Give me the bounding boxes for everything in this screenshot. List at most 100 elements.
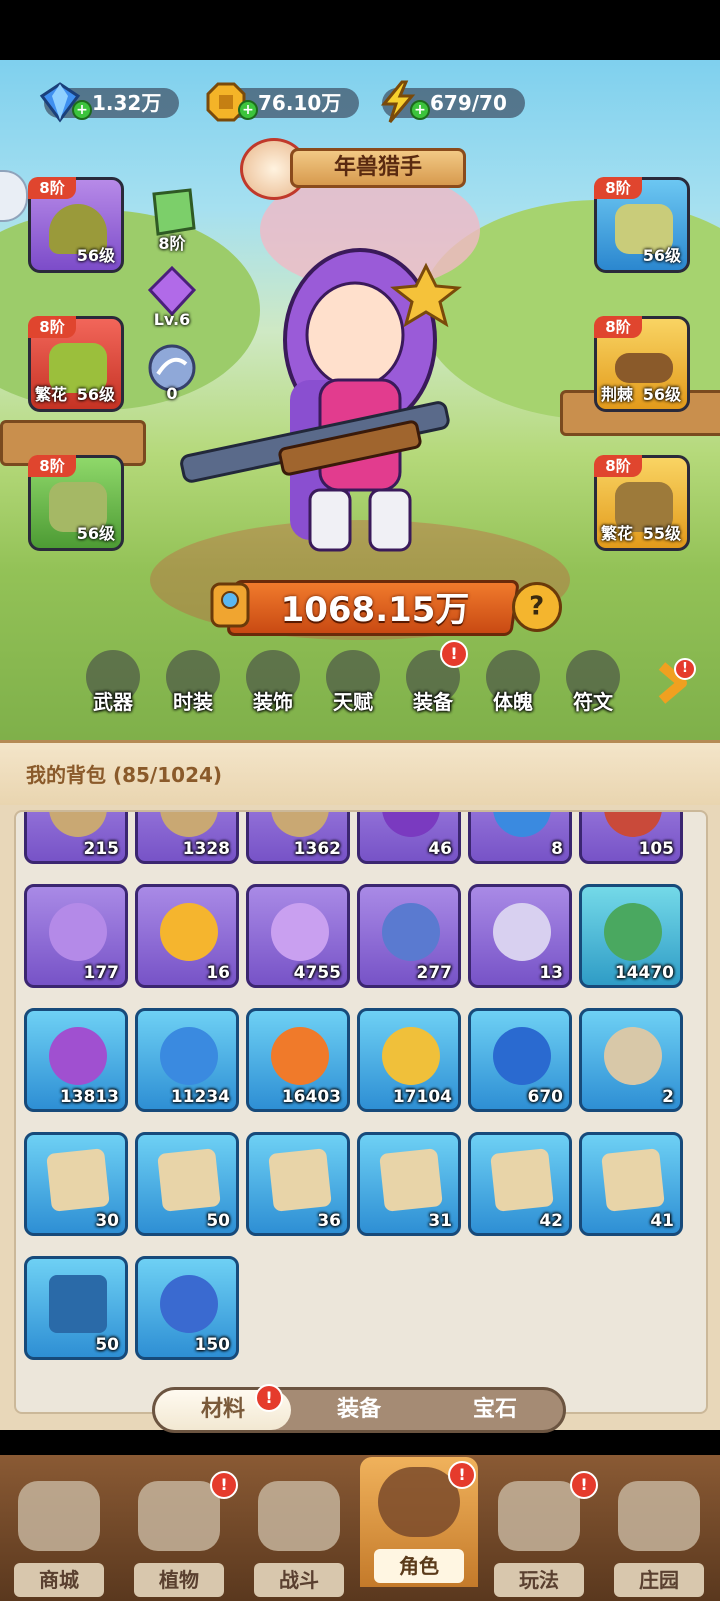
seed-icon (382, 1027, 440, 1085)
key-icon (210, 582, 250, 628)
bottom-nav-character[interactable]: 角色 ! (360, 1457, 478, 1587)
bottom-nav-gameplay[interactable]: 玩法 ! (480, 1471, 598, 1601)
blueprint-icon (379, 1148, 443, 1212)
bottom-nav-shop[interactable]: 商城 (0, 1471, 118, 1601)
inventory-seed-item[interactable]: 2 (579, 1008, 683, 1112)
diamond-counter[interactable]: + 1.32万 (39, 82, 180, 123)
backpack-grid[interactable]: 215 1328 1362 46 8 105 177 16 4755 277 13 14470 1381… (14, 810, 708, 1414)
item-count: 150 (194, 1335, 231, 1355)
nav-physique[interactable]: 体魄 (480, 650, 546, 726)
backpack-tabs: 材料 ! 装备 宝石 (152, 1384, 566, 1433)
inventory-blueprint-item[interactable]: 41 (579, 1132, 683, 1236)
nav-equipment[interactable]: 装备 ! (400, 640, 468, 726)
inventory-seed-item[interactable]: 14470 (579, 884, 683, 988)
inventory-fruit-item[interactable]: 8 (468, 812, 572, 864)
nav-rune[interactable]: 符文 (560, 650, 626, 726)
more-features-button[interactable]: ! (654, 658, 696, 706)
inventory-blueprint-item[interactable]: 50 (135, 1132, 239, 1236)
inventory-scroll-item[interactable]: 1362 (246, 812, 350, 864)
bottom-nav-manor[interactable]: 庄园 (600, 1471, 718, 1601)
inventory-blueprint-item[interactable]: 36 (246, 1132, 350, 1236)
level-label: 56级 (76, 385, 115, 404)
seed-icon (271, 1027, 329, 1085)
gem-icon (382, 903, 440, 961)
item-count: 11234 (170, 1087, 230, 1107)
inventory-ore-item[interactable]: 150 (135, 1256, 239, 1360)
energy-counter[interactable]: + 679/70 (380, 80, 525, 123)
seed-icon (604, 1027, 662, 1085)
tier-badge: 8阶 (28, 177, 76, 199)
book-icon (49, 1275, 107, 1333)
bottom-nav: 商城 植物 ! 战斗 角色 ! 玩法 ! 庄园 (0, 1455, 720, 1601)
inventory-seed-item[interactable]: 16403 (246, 1008, 350, 1112)
tab-gems[interactable]: 宝石 (427, 1390, 563, 1430)
tab-equipment[interactable]: 装备 (291, 1390, 427, 1430)
nav-weapon[interactable]: 武器 (80, 650, 146, 726)
inventory-rune-stone-item[interactable]: 177 (24, 884, 128, 988)
nav-label: 装备 (413, 690, 453, 714)
inventory-potion-item[interactable]: 670 (468, 1008, 572, 1112)
bottom-nav-plants[interactable]: 植物 ! (120, 1471, 238, 1601)
level-label: 56级 (642, 246, 681, 265)
inventory-fruit-item[interactable]: 46 (357, 812, 461, 864)
fruit-icon (493, 812, 551, 837)
equip-slot-armor[interactable]: 8阶 56级 (594, 177, 690, 273)
title-text: 年兽猎手 (290, 148, 466, 188)
item-count: 50 (206, 1211, 230, 1231)
gameplay-icon (498, 1481, 580, 1551)
inventory-drop-item[interactable]: 16 (135, 884, 239, 988)
inventory-scroll-item[interactable]: 1328 (135, 812, 239, 864)
item-count: 16403 (281, 1087, 341, 1107)
notification-badge: ! (674, 658, 696, 680)
fruit-icon (382, 812, 440, 837)
inventory-seed-item[interactable]: 13813 (24, 1008, 128, 1112)
inventory-seed-item[interactable]: 17104 (357, 1008, 461, 1112)
equip-slot-hat[interactable]: 8阶 56级 (28, 177, 124, 273)
item-count: 2 (662, 1087, 674, 1107)
manor-icon (618, 1481, 700, 1551)
inventory-gem-item[interactable]: 277 (357, 884, 461, 988)
item-count: 42 (539, 1211, 563, 1231)
rune-icon (49, 903, 107, 961)
level-label: 56级 (76, 524, 115, 543)
seed-icon (604, 903, 662, 961)
bottom-nav-label: 植物 (134, 1563, 224, 1597)
equip-slot-pants[interactable]: 8阶 56级 (28, 455, 124, 551)
item-count: 36 (317, 1211, 341, 1231)
nav-label: 体魄 (493, 690, 533, 714)
add-energy-icon[interactable]: + (410, 100, 430, 120)
affix-label: 荆棘 (601, 385, 634, 404)
item-count: 14470 (614, 963, 674, 983)
tab-label: 装备 (336, 1397, 381, 1422)
add-diamond-icon[interactable]: + (72, 100, 92, 120)
tab-label: 材料 (200, 1397, 245, 1422)
bowl-icon (604, 812, 662, 837)
scroll-icon (49, 812, 107, 837)
backpack-panel: 我的背包 (85/1024) 215 1328 1362 46 8 105 177 16 475… (0, 740, 720, 1430)
inventory-knot-item[interactable]: 13 (468, 884, 572, 988)
inventory-book-item[interactable]: 50 (24, 1256, 128, 1360)
tier-badge: 8阶 (594, 455, 642, 477)
equip-slot-belt[interactable]: 8阶 荆棘 56级 (594, 316, 690, 412)
nav-label: 装饰 (253, 690, 293, 714)
inventory-blueprint-item[interactable]: 31 (357, 1132, 461, 1236)
nav-decoration[interactable]: 装饰 (240, 650, 306, 726)
item-count: 16 (206, 963, 230, 983)
nav-fashion[interactable]: 时装 (160, 650, 226, 726)
inventory-blueprint-item[interactable]: 42 (468, 1132, 572, 1236)
belt-icon (615, 353, 673, 383)
equip-slot-weapon[interactable]: 8阶 繁花 56级 (28, 316, 124, 412)
inventory-seed-item[interactable]: 11234 (135, 1008, 239, 1112)
inventory-scroll-item[interactable]: 215 (24, 812, 128, 864)
bottom-nav-battle[interactable]: 战斗 (240, 1471, 358, 1601)
inventory-crystal-item[interactable]: 4755 (246, 884, 350, 988)
affix-label: 繁花 (35, 385, 68, 404)
inventory-blueprint-item[interactable]: 30 (24, 1132, 128, 1236)
inventory-bowl-item[interactable]: 105 (579, 812, 683, 864)
title-banner[interactable]: 年兽猎手 (240, 138, 470, 200)
nav-talent[interactable]: 天赋 (320, 650, 386, 726)
gold-counter[interactable]: + 76.10万 (206, 82, 360, 122)
equip-slot-boots[interactable]: 8阶 繁花 55级 (594, 455, 690, 551)
add-gold-icon[interactable]: + (238, 100, 258, 120)
item-count: 46 (428, 839, 452, 859)
